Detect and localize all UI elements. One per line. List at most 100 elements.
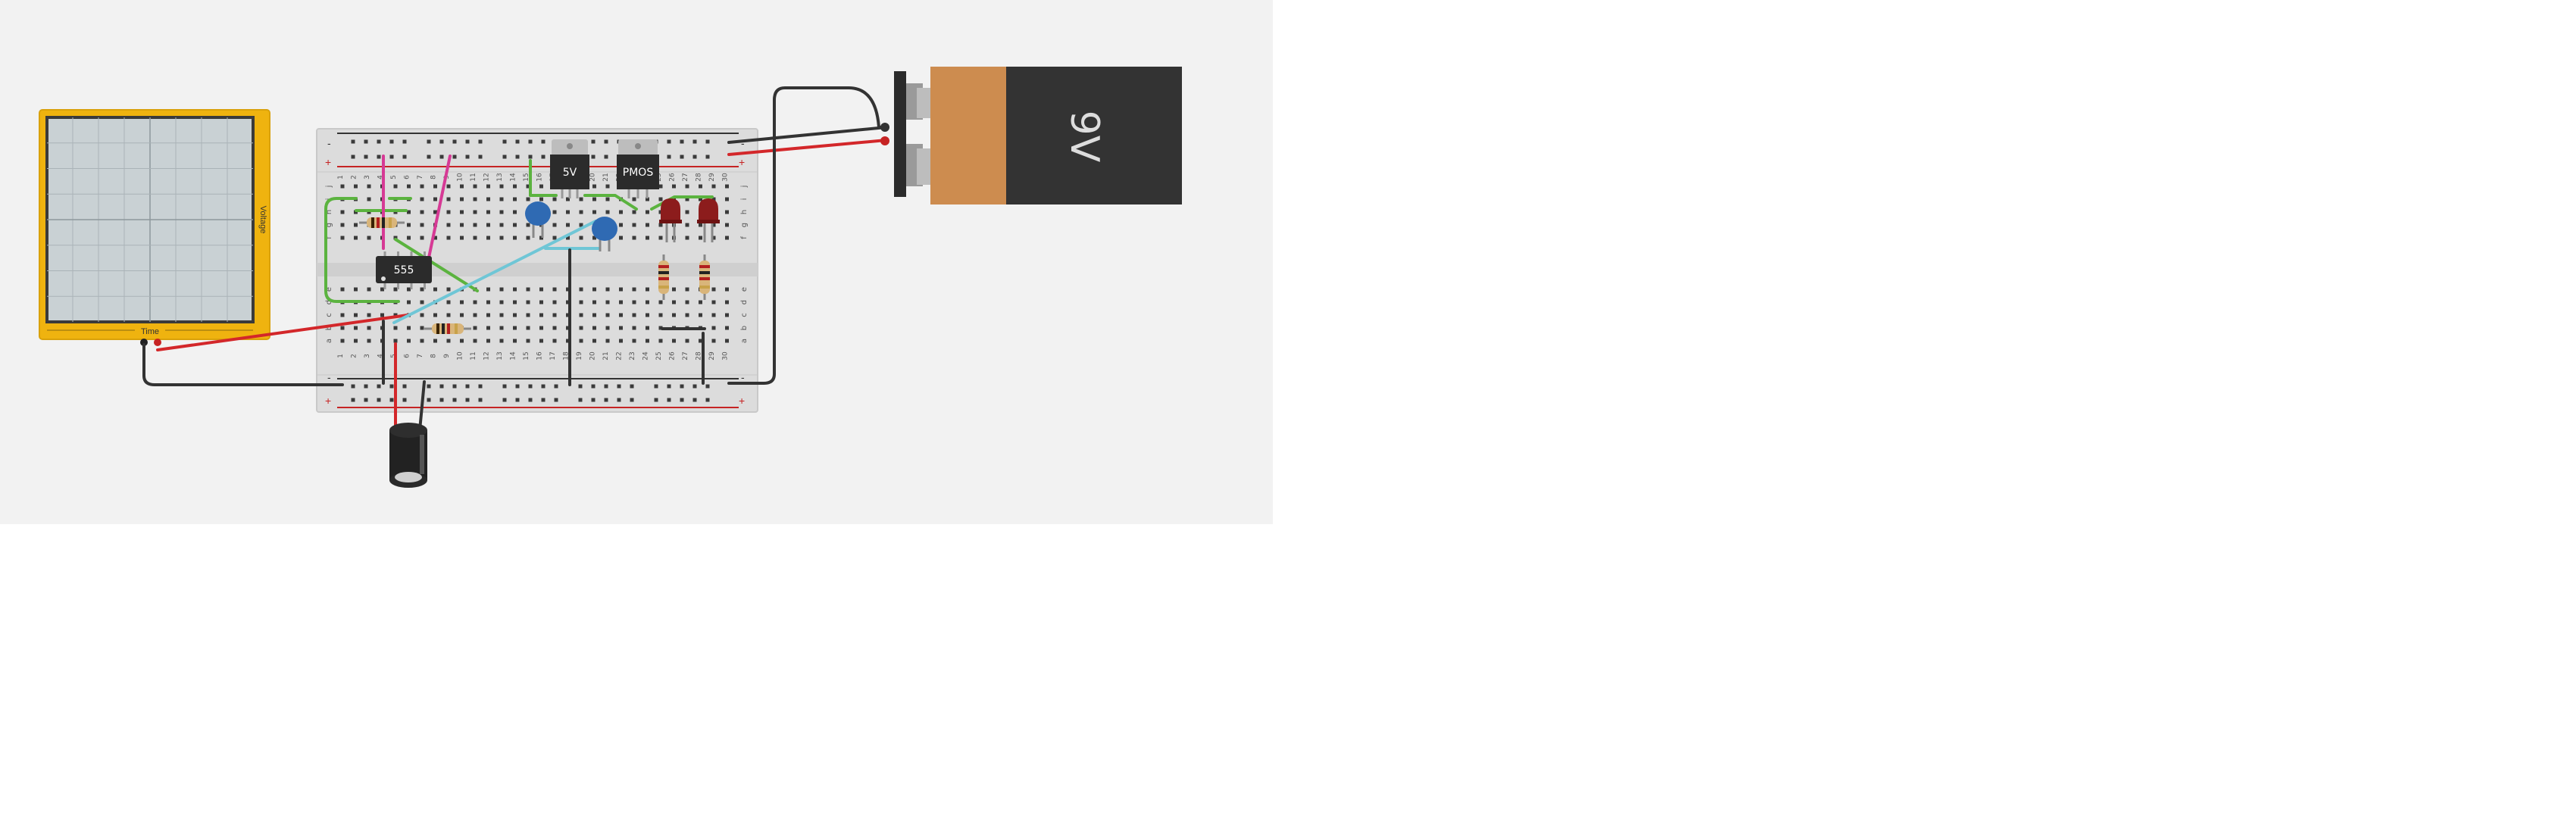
rail-hole[interactable] [591,398,596,402]
breadboard-hole[interactable] [446,223,451,227]
rail-hole[interactable] [680,155,684,159]
breadboard-hole[interactable] [632,223,636,227]
breadboard-hole[interactable] [513,313,517,317]
breadboard-hole[interactable] [632,313,636,317]
breadboard-hole[interactable] [699,184,702,189]
breadboard-hole[interactable] [380,313,384,317]
rail-hole[interactable] [591,139,596,144]
breadboard-hole[interactable] [340,339,345,343]
breadboard-hole[interactable] [725,326,729,330]
breadboard-hole[interactable] [552,236,557,240]
rail-hole[interactable] [515,139,520,144]
rail-hole[interactable] [541,139,546,144]
rail-hole[interactable] [452,139,457,144]
breadboard-hole[interactable] [433,313,437,317]
rail-hole[interactable] [502,155,507,159]
rail-hole[interactable] [502,384,507,389]
breadboard-hole[interactable] [486,287,490,292]
breadboard-hole[interactable] [473,339,477,343]
breadboard-hole[interactable] [539,287,543,292]
rail-hole[interactable] [604,398,608,402]
rail-hole[interactable] [667,139,671,144]
breadboard-hole[interactable] [658,197,663,201]
breadboard-hole[interactable] [579,197,583,201]
breadboard-hole[interactable] [513,184,517,189]
breadboard-hole[interactable] [605,287,610,292]
rail-hole[interactable] [478,398,483,402]
breadboard-hole[interactable] [592,287,596,292]
breadboard-hole[interactable] [685,236,689,240]
rail-hole[interactable] [465,139,470,144]
rail-hole[interactable] [439,398,444,402]
breadboard-hole[interactable] [526,223,530,227]
rail-hole[interactable] [692,155,697,159]
breadboard-hole[interactable] [499,236,504,240]
breadboard-hole[interactable] [499,197,504,201]
breadboard-hole[interactable] [420,313,424,317]
breadboard-hole[interactable] [685,313,689,317]
rail-hole[interactable] [554,398,558,402]
breadboard-hole[interactable] [526,236,530,240]
breadboard-hole[interactable] [499,313,504,317]
circuit-canvas[interactable]: Voltage Time - - + + - - + + 11223344556… [0,0,1273,524]
breadboard-hole[interactable] [526,287,530,292]
rail-hole[interactable] [351,139,355,144]
rail-hole[interactable] [389,139,394,144]
rail-hole[interactable] [351,398,355,402]
breadboard-hole[interactable] [499,184,504,189]
rail-hole[interactable] [502,398,507,402]
breadboard-hole[interactable] [725,287,729,292]
breadboard-hole[interactable] [354,313,358,317]
breadboard-hole[interactable] [632,300,636,304]
rail-hole[interactable] [617,398,621,402]
breadboard-hole[interactable] [473,300,477,304]
breadboard-hole[interactable] [552,197,557,201]
rail-hole[interactable] [528,155,533,159]
rail-hole[interactable] [667,384,671,389]
breadboard-hole[interactable] [420,184,424,189]
rail-hole[interactable] [452,398,457,402]
breadboard-hole[interactable] [579,287,583,292]
breadboard-hole[interactable] [685,184,689,189]
rail-hole[interactable] [452,155,457,159]
breadboard-hole[interactable] [646,236,649,240]
rail-hole[interactable] [502,139,507,144]
rail-hole[interactable] [377,384,381,389]
breadboard-hole[interactable] [539,326,543,330]
breadboard-hole[interactable] [354,339,358,343]
breadboard-hole[interactable] [658,223,663,227]
breadboard-hole[interactable] [367,326,371,330]
rail-hole[interactable] [541,384,546,389]
breadboard-hole[interactable] [672,287,676,292]
breadboard-hole[interactable] [552,339,557,343]
probe-terminal-positive[interactable] [154,339,161,346]
breadboard-hole[interactable] [725,313,729,317]
breadboard-hole[interactable] [354,236,358,240]
breadboard-hole[interactable] [552,300,557,304]
breadboard-hole[interactable] [632,326,636,330]
breadboard-hole[interactable] [407,184,411,189]
breadboard-hole[interactable] [420,210,424,214]
breadboard-hole[interactable] [460,313,464,317]
rail-hole[interactable] [465,155,470,159]
breadboard-hole[interactable] [592,184,596,189]
breadboard-hole[interactable] [685,339,689,343]
rail-hole[interactable] [439,384,444,389]
breadboard-hole[interactable] [407,223,411,227]
breadboard-hole[interactable] [658,300,663,304]
breadboard-hole[interactable] [579,326,583,330]
breadboard-hole[interactable] [552,210,557,214]
breadboard-hole[interactable] [473,223,477,227]
breadboard-hole[interactable] [354,184,358,189]
breadboard-hole[interactable] [446,184,451,189]
breadboard-hole[interactable] [446,300,451,304]
breadboard-hole[interactable] [725,236,729,240]
breadboard-hole[interactable] [632,197,636,201]
breadboard-hole[interactable] [340,287,345,292]
breadboard-hole[interactable] [539,197,543,201]
rail-hole[interactable] [705,398,710,402]
breadboard-hole[interactable] [619,223,623,227]
breadboard-hole[interactable] [393,184,398,189]
breadboard-hole[interactable] [711,313,716,317]
breadboard-hole[interactable] [486,326,490,330]
